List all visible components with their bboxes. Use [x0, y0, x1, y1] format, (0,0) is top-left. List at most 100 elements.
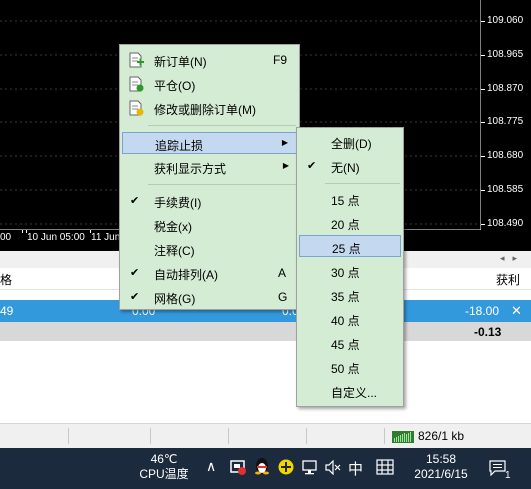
- submenu-item-20-points[interactable]: 20 点: [299, 212, 401, 234]
- price-tick: [481, 55, 485, 56]
- security-app-icon[interactable]: [230, 459, 246, 475]
- total-profit: -0.13: [474, 325, 502, 339]
- menu-item-taxes[interactable]: 税金(x): [122, 214, 297, 236]
- status-divider: [150, 428, 151, 444]
- price-tick: [481, 224, 485, 225]
- profit-cell: -18.00: [465, 304, 500, 318]
- price-tick: [481, 21, 485, 22]
- price-tick: [481, 190, 485, 191]
- clock[interactable]: 15:58 2021/6/15: [405, 452, 477, 482]
- price-label: 108.585: [487, 184, 524, 195]
- menu-item-label: 35 点: [331, 290, 360, 304]
- submenu-item-delete-all[interactable]: 全删(D): [299, 131, 401, 153]
- checkmark-icon: ✔: [307, 160, 317, 172]
- submenu-arrow-icon: ▶: [282, 161, 289, 170]
- submenu-item-50-points[interactable]: 50 点: [299, 356, 401, 378]
- price-label: 108.965: [487, 49, 524, 60]
- menu-item-label: 30 点: [331, 266, 360, 280]
- qq-penguin-icon[interactable]: [254, 457, 270, 475]
- time-label: 10 Jun 05:00: [27, 232, 85, 243]
- menu-item-label: 15 点: [331, 194, 360, 208]
- price-tick: [481, 156, 485, 157]
- status-divider: [306, 428, 307, 444]
- menu-item-label: 追踪止损: [155, 139, 204, 153]
- menu-item-label: 自动排列(A): [154, 268, 218, 282]
- menu-separator: [325, 183, 400, 184]
- status-divider: [384, 428, 385, 444]
- menu-separator: [148, 184, 296, 185]
- menu-separator: [148, 125, 296, 126]
- menu-item-label: 50 点: [331, 362, 360, 376]
- trailing-stop-submenu: 全删(D) ✔ 无(N) 15 点 20 点 25 点 30 点 35 点 40…: [296, 127, 404, 407]
- temperature-value: 46℃: [150, 452, 178, 466]
- menu-item-new-order[interactable]: 新订单(N) F9: [122, 49, 297, 71]
- network-icon[interactable]: [302, 460, 319, 475]
- submenu-item-custom[interactable]: 自定义...: [299, 380, 401, 402]
- price-label: 108.870: [487, 83, 524, 94]
- windows-taskbar: 46℃ CPU温度 ∧ 中 15:58 2021/6/15 1: [0, 448, 531, 489]
- menu-item-auto-arrange[interactable]: ✔ 自动排列(A) A: [122, 262, 297, 284]
- volume-muted-icon[interactable]: [325, 460, 341, 475]
- menu-item-label: 网格(G): [154, 292, 196, 306]
- column-header-profit[interactable]: 获利: [496, 271, 520, 288]
- cpu-temperature[interactable]: 46℃ CPU温度: [132, 452, 196, 482]
- submenu-item-35-points[interactable]: 35 点: [299, 284, 401, 306]
- shortcut-key: A: [278, 266, 287, 280]
- submenu-arrow-icon: ▶: [281, 138, 288, 147]
- submenu-item-30-points[interactable]: 30 点: [299, 260, 401, 282]
- menu-item-label: 新订单(N): [154, 55, 207, 69]
- price-label: 108.490: [487, 218, 524, 229]
- status-divider: [68, 428, 69, 444]
- time-tick: [22, 230, 23, 233]
- menu-item-label: 45 点: [331, 338, 360, 352]
- checkmark-icon: ✔: [130, 267, 140, 279]
- temperature-label: CPU温度: [139, 467, 189, 481]
- menu-item-label: 全删(D): [331, 137, 372, 151]
- menu-item-commission[interactable]: ✔ 手续费(I): [122, 190, 297, 212]
- menu-item-label: 税金(x): [154, 220, 192, 234]
- tab-scroll-arrows[interactable]: ◂▸: [500, 253, 525, 264]
- context-menu: 新订单(N) F9 平仓(O) 修改或删除订单(M) 追踪止损 ▶ 获利显示方式…: [119, 44, 300, 310]
- menu-item-grid[interactable]: ✔ 网格(G) G: [122, 286, 297, 308]
- close-order-icon[interactable]: ✕: [511, 303, 522, 319]
- submenu-item-25-points[interactable]: 25 点: [299, 235, 401, 257]
- time-label: 00: [0, 232, 12, 243]
- price-tick: [481, 122, 485, 123]
- shortcut-key: G: [278, 290, 288, 304]
- price-tick: [481, 89, 485, 90]
- close-order-icon: [129, 76, 144, 92]
- time-label: 11 Jun: [91, 232, 121, 243]
- submenu-item-none[interactable]: ✔ 无(N): [299, 155, 401, 177]
- menu-item-modify-order[interactable]: 修改或删除订单(M): [122, 97, 297, 119]
- menu-item-trailing-stop[interactable]: 追踪止损 ▶: [122, 132, 297, 154]
- plus-badge-icon[interactable]: [278, 459, 294, 475]
- menu-item-label: 平仓(O): [154, 79, 196, 93]
- status-divider: [228, 428, 229, 444]
- menu-item-comments[interactable]: 注释(C): [122, 238, 297, 260]
- new-order-icon: [129, 52, 144, 68]
- submenu-item-45-points[interactable]: 45 点: [299, 332, 401, 354]
- shortcut-key: F9: [273, 53, 288, 67]
- checkmark-icon: ✔: [130, 195, 140, 207]
- column-header-price[interactable]: 格: [0, 271, 12, 288]
- clock-date: 2021/6/15: [414, 467, 468, 481]
- show-hidden-icons-chevron-icon[interactable]: ∧: [206, 458, 216, 475]
- submenu-item-40-points[interactable]: 40 点: [299, 308, 401, 330]
- modify-order-icon: [129, 100, 144, 116]
- menu-item-close-position[interactable]: 平仓(O): [122, 73, 297, 95]
- total-row: -0.13: [0, 322, 531, 341]
- keyboard-grid-icon[interactable]: [376, 459, 394, 475]
- menu-item-label: 修改或删除订单(M): [154, 103, 256, 117]
- connection-bars-icon: [392, 431, 414, 443]
- submenu-item-15-points[interactable]: 15 点: [299, 188, 401, 210]
- notification-count-badge: 1: [505, 470, 511, 481]
- status-bar: 826/1 kb: [0, 423, 531, 448]
- menu-item-label: 无(N): [331, 161, 360, 175]
- input-method-indicator[interactable]: 中: [348, 458, 363, 479]
- traffic-counter: 826/1 kb: [418, 429, 465, 443]
- checkmark-icon: ✔: [130, 291, 140, 303]
- menu-item-profit-display[interactable]: 获利显示方式 ▶: [122, 156, 297, 178]
- menu-item-label: 20 点: [331, 218, 360, 232]
- price-label: 108.775: [487, 116, 524, 127]
- menu-item-label: 手续费(I): [154, 196, 202, 210]
